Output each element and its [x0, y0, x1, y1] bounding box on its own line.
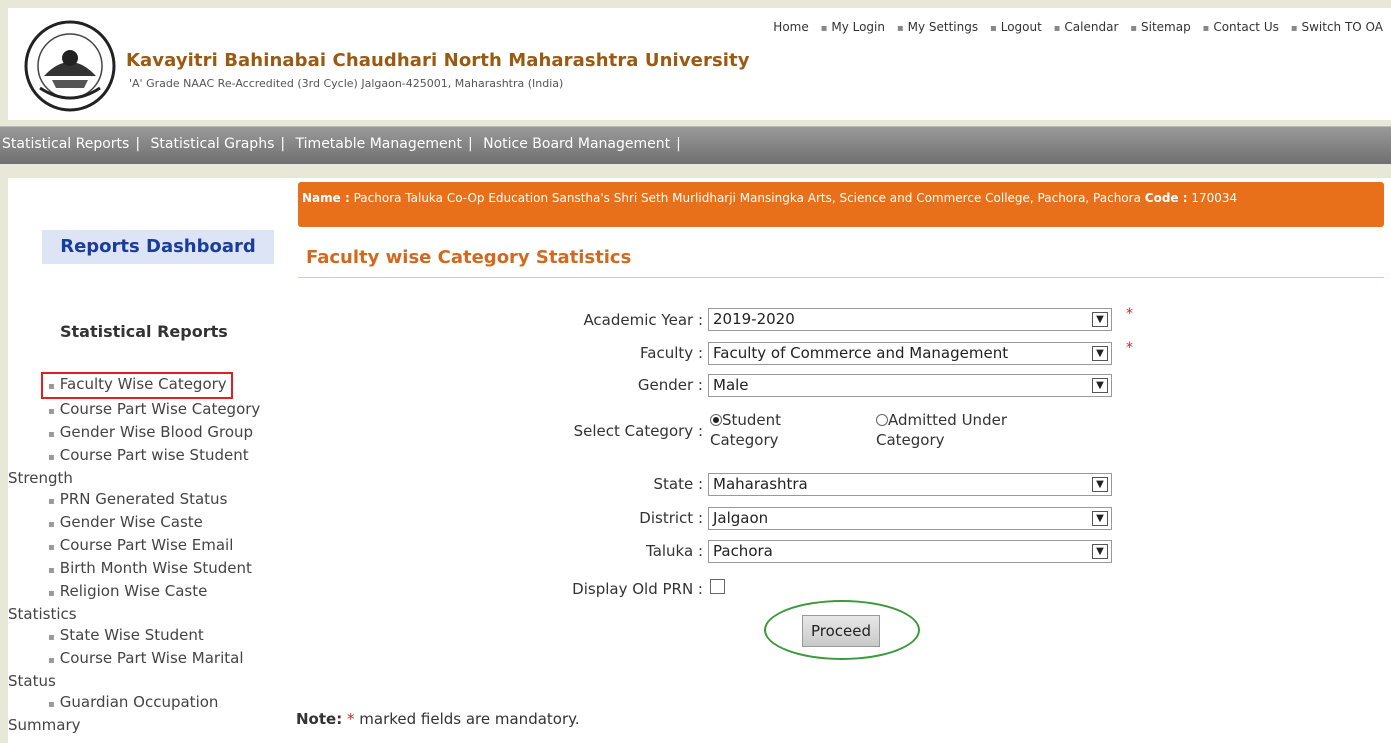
- bullet-icon: ▪: [48, 632, 55, 643]
- separator-icon: ▪: [1290, 23, 1298, 34]
- state-label: State :: [653, 475, 703, 493]
- page-frame: Kavayitri Bahinabai Chaudhari North Maha…: [0, 0, 1391, 743]
- separator-icon: ▪: [896, 23, 904, 34]
- sidebar-menu: ▪ Faculty Wise Category ▪ Course Part Wise…: [8, 372, 288, 736]
- gender-select[interactable]: Male ▼: [708, 374, 1112, 397]
- sidebar-item-state-wise-student[interactable]: ▪ State Wise Student: [8, 625, 288, 648]
- proceed-button[interactable]: Proceed: [802, 615, 880, 647]
- nav-notice-board-management[interactable]: Notice Board Management: [483, 136, 670, 152]
- nav-statistical-reports[interactable]: Statistical Reports: [2, 136, 129, 152]
- chevron-down-icon: ▼: [1092, 378, 1108, 393]
- bullet-icon: ▪: [48, 452, 55, 463]
- college-name: Pachora Taluka Co-Op Education Sanstha's…: [353, 191, 1141, 205]
- sidebar-item-faculty-wise-category[interactable]: ▪ Faculty Wise Category: [41, 372, 233, 399]
- nav-statistical-graphs[interactable]: Statistical Graphs: [151, 136, 275, 152]
- sidebar-item-course-part-wise-email[interactable]: ▪ Course Part Wise Email: [8, 535, 288, 558]
- chevron-down-icon: ▼: [1092, 544, 1108, 559]
- page-title: Faculty wise Category Statistics: [306, 247, 632, 268]
- sidebar-item-birth-month-wise-student[interactable]: ▪ Birth Month Wise Student: [8, 558, 288, 581]
- calendar-link[interactable]: Calendar: [1064, 20, 1118, 34]
- title-divider: [298, 277, 1384, 278]
- university-logo: [22, 18, 118, 114]
- my-login-link[interactable]: My Login: [831, 20, 885, 34]
- my-settings-link[interactable]: My Settings: [908, 20, 979, 34]
- taluka-label: Taluka :: [646, 542, 703, 560]
- separator-icon: ▪: [1202, 23, 1210, 34]
- college-code: 170034: [1191, 191, 1238, 205]
- separator-icon: ▪: [820, 23, 828, 34]
- radio-student-category[interactable]: Student Category: [710, 410, 850, 450]
- display-old-prn-checkbox[interactable]: [710, 579, 725, 594]
- sidebar-item-course-part-wise-marital-status[interactable]: ▪ Course Part Wise Marital Status: [8, 648, 288, 692]
- home-link[interactable]: Home: [773, 20, 808, 34]
- sidebar-item-course-part-wise-category[interactable]: ▪ Course Part Wise Category: [8, 399, 288, 422]
- bullet-icon: ▪: [48, 406, 55, 417]
- required-marker: *: [1126, 340, 1133, 356]
- sidebar-item-course-part-wise-student-strength[interactable]: ▪ Course Part wise Student Strength: [8, 445, 288, 489]
- bullet-icon: ▪: [48, 542, 55, 553]
- college-info-bar: Name : Pachora Taluka Co-Op Education Sa…: [298, 182, 1384, 227]
- separator-icon: ▪: [1130, 23, 1137, 34]
- switch-to-oa-link[interactable]: Switch TO OA: [1301, 20, 1383, 34]
- radio-selected-icon: [710, 414, 722, 426]
- district-select[interactable]: Jalgaon ▼: [708, 507, 1112, 530]
- bullet-icon: ▪: [48, 496, 55, 507]
- university-subtitle: 'A' Grade NAAC Re-Accredited (3rd Cycle)…: [129, 77, 564, 90]
- reports-dashboard-button[interactable]: Reports Dashboard: [42, 230, 274, 264]
- contact-us-link[interactable]: Contact Us: [1213, 20, 1279, 34]
- chevron-down-icon: ▼: [1092, 477, 1108, 492]
- display-old-prn-label: Display Old PRN :: [572, 580, 703, 598]
- select-category-label: Select Category :: [573, 422, 703, 440]
- sidebar-item-guardian-occupation-summary[interactable]: ▪ Guardian Occupation Summary: [8, 692, 288, 736]
- mandatory-note: Note: * marked fields are mandatory.: [296, 710, 580, 728]
- site-header: Kavayitri Bahinabai Chaudhari North Maha…: [8, 8, 1391, 120]
- radio-empty-icon: [876, 414, 888, 426]
- sidebar-item-gender-wise-caste[interactable]: ▪ Gender Wise Caste: [8, 512, 288, 535]
- faculty-select[interactable]: Faculty of Commerce and Management ▼: [708, 342, 1112, 365]
- chevron-down-icon: ▼: [1092, 346, 1108, 361]
- sidebar: Reports Dashboard Statistical Reports ▪ F…: [8, 178, 294, 743]
- district-label: District :: [639, 509, 703, 527]
- top-links: Home ▪ My Login ▪ My Settings ▪ Logout ▪ Cal…: [773, 20, 1383, 34]
- required-marker: *: [1126, 306, 1133, 322]
- chevron-down-icon: ▼: [1092, 511, 1108, 526]
- nav-timetable-management[interactable]: Timetable Management: [296, 136, 462, 152]
- state-select[interactable]: Maharashtra ▼: [708, 473, 1112, 496]
- logout-link[interactable]: Logout: [1001, 20, 1042, 34]
- taluka-select[interactable]: Pachora ▼: [708, 540, 1112, 563]
- bullet-icon: ▪: [48, 699, 55, 710]
- radio-admitted-under-category[interactable]: Admitted Under Category: [876, 410, 1056, 450]
- gender-label: Gender :: [637, 376, 703, 394]
- main-nav: Statistical Reports | Statistical Graphs |…: [0, 126, 1391, 164]
- academic-year-label: Academic Year :: [583, 311, 703, 329]
- university-name: Kavayitri Bahinabai Chaudhari North Maha…: [126, 50, 750, 71]
- sidebar-item-gender-wise-blood-group[interactable]: ▪ Gender Wise Blood Group: [8, 422, 288, 445]
- sitemap-link[interactable]: Sitemap: [1141, 20, 1191, 34]
- code-label: Code :: [1144, 191, 1188, 205]
- bullet-icon: ▪: [48, 381, 55, 392]
- sidebar-section-title: Statistical Reports: [60, 322, 228, 341]
- bullet-icon: ▪: [48, 565, 55, 576]
- main-content: Name : Pachora Taluka Co-Op Education Sa…: [294, 178, 1391, 743]
- separator-icon: ▪: [989, 23, 997, 34]
- separator-icon: ▪: [1053, 23, 1061, 34]
- bullet-icon: ▪: [48, 429, 55, 440]
- bullet-icon: ▪: [48, 655, 55, 666]
- bullet-icon: ▪: [48, 588, 55, 599]
- sidebar-item-prn-generated-status[interactable]: ▪ PRN Generated Status: [8, 489, 288, 512]
- name-label: Name :: [302, 191, 350, 205]
- bullet-icon: ▪: [48, 519, 55, 530]
- sidebar-item-religion-wise-caste-statistics[interactable]: ▪ Religion Wise Caste Statistics: [8, 581, 288, 625]
- academic-year-select[interactable]: 2019-2020 ▼: [708, 308, 1112, 331]
- faculty-label: Faculty :: [640, 344, 703, 362]
- chevron-down-icon: ▼: [1092, 312, 1108, 327]
